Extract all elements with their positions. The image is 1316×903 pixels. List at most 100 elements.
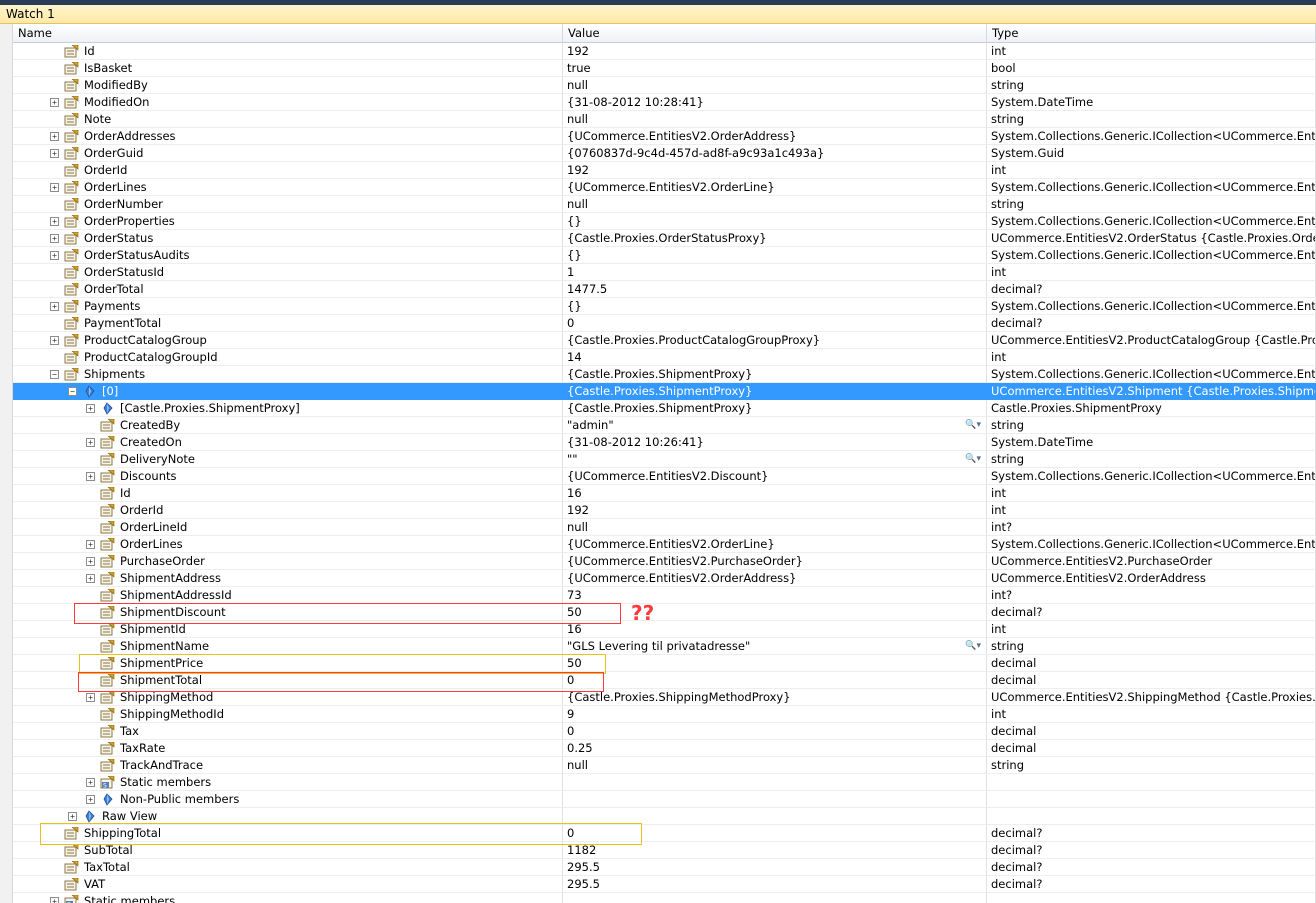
expand-icon[interactable]: +: [86, 404, 95, 413]
expand-icon[interactable]: +: [86, 540, 95, 549]
name-cell[interactable]: − [0]: [13, 383, 563, 400]
value-cell[interactable]: 0: [563, 315, 987, 332]
name-cell[interactable]: OrderTotal: [13, 281, 563, 298]
value-cell[interactable]: "GLS Levering til privatadresse" 🔍▾: [563, 638, 987, 655]
watch-row-shipmentid[interactable]: ShipmentId 16 int: [0, 621, 1316, 638]
watch-row-shipmentdiscount[interactable]: ShipmentDiscount 50 decimal?: [0, 604, 1316, 621]
text-visualizer-icon[interactable]: 🔍▾: [965, 417, 981, 433]
name-cell[interactable]: + Payments: [13, 298, 563, 315]
value-cell[interactable]: 295.5: [563, 876, 987, 893]
watch-row-trackandtrace[interactable]: TrackAndTrace null string: [0, 757, 1316, 774]
column-header-value[interactable]: Value: [563, 24, 987, 42]
watch-row-shippingmethodid[interactable]: ShippingMethodId 9 int: [0, 706, 1316, 723]
expand-icon[interactable]: +: [50, 132, 59, 141]
name-cell[interactable]: ShipmentName: [13, 638, 563, 655]
value-cell[interactable]: 1: [563, 264, 987, 281]
value-cell[interactable]: 73: [563, 587, 987, 604]
name-cell[interactable]: SubTotal: [13, 842, 563, 859]
name-cell[interactable]: + PurchaseOrder: [13, 553, 563, 570]
expand-icon[interactable]: +: [68, 812, 77, 821]
watch-row-id[interactable]: Id 192 int: [0, 43, 1316, 60]
name-cell[interactable]: ShipmentAddressId: [13, 587, 563, 604]
value-cell[interactable]: {UCommerce.EntitiesV2.OrderLine}: [563, 179, 987, 196]
name-cell[interactable]: Id: [13, 485, 563, 502]
watch-row-payments[interactable]: + Payments {} System.Collections.Generic.IC…: [0, 298, 1316, 315]
value-cell[interactable]: {UCommerce.EntitiesV2.OrderAddress}: [563, 128, 987, 145]
value-cell[interactable]: "admin" 🔍▾: [563, 417, 987, 434]
watch-row-orderlines[interactable]: + OrderLines {UCommerce.EntitiesV2.OrderLi…: [0, 536, 1316, 553]
watch-row-orderstatus[interactable]: + OrderStatus {Castle.Proxies.OrderStatusP…: [0, 230, 1316, 247]
watch-row-orderlines[interactable]: + OrderLines {UCommerce.EntitiesV2.OrderLi…: [0, 179, 1316, 196]
value-cell[interactable]: 14: [563, 349, 987, 366]
watch-row-productcataloggroupid[interactable]: ProductCatalogGroupId 14 int: [0, 349, 1316, 366]
value-cell[interactable]: [563, 774, 987, 791]
name-cell[interactable]: ModifiedBy: [13, 77, 563, 94]
watch-row-shipmentprice[interactable]: ShipmentPrice 50 decimal: [0, 655, 1316, 672]
watch-row-orderproperties[interactable]: + OrderProperties {} System.Collections.Gen…: [0, 213, 1316, 230]
expand-icon[interactable]: +: [50, 98, 59, 107]
name-cell[interactable]: Note: [13, 111, 563, 128]
value-cell[interactable]: null: [563, 519, 987, 536]
watch-window-title[interactable]: Watch 1: [0, 5, 1316, 24]
watch-row-shippingtotal[interactable]: ShippingTotal 0 decimal?: [0, 825, 1316, 842]
watch-row-shipments[interactable]: − Shipments {Castle.Proxies.ShipmentProxy}…: [0, 366, 1316, 383]
watch-row-tax[interactable]: Tax 0 decimal: [0, 723, 1316, 740]
value-cell[interactable]: 0: [563, 825, 987, 842]
name-cell[interactable]: TaxTotal: [13, 859, 563, 876]
watch-row-productcataloggroup[interactable]: + ProductCatalogGroup {Castle.Proxies.Prod…: [0, 332, 1316, 349]
watch-row-modifiedon[interactable]: + ModifiedOn {31-08-2012 10:28:41} System.D…: [0, 94, 1316, 111]
name-cell[interactable]: + ShipmentAddress: [13, 570, 563, 587]
expand-icon[interactable]: +: [86, 557, 95, 566]
name-cell[interactable]: ShipmentId: [13, 621, 563, 638]
watch-row-isbasket[interactable]: IsBasket true bool: [0, 60, 1316, 77]
value-cell[interactable]: true: [563, 60, 987, 77]
name-cell[interactable]: CreatedBy: [13, 417, 563, 434]
name-cell[interactable]: + [Castle.Proxies.ShipmentProxy]: [13, 400, 563, 417]
value-cell[interactable]: {Castle.Proxies.ShipmentProxy}: [563, 400, 987, 417]
value-cell[interactable]: {Castle.Proxies.ShipmentProxy}: [563, 383, 987, 400]
name-cell[interactable]: Tax: [13, 723, 563, 740]
watch-row-non-public-members[interactable]: + Non-Public members: [0, 791, 1316, 808]
value-cell[interactable]: {UCommerce.EntitiesV2.OrderAddress}: [563, 570, 987, 587]
watch-row-ordertotal[interactable]: OrderTotal 1477.5 decimal?: [0, 281, 1316, 298]
value-cell[interactable]: {UCommerce.EntitiesV2.OrderLine}: [563, 536, 987, 553]
watch-row-note[interactable]: Note null string: [0, 111, 1316, 128]
name-cell[interactable]: + OrderGuid: [13, 145, 563, 162]
value-cell[interactable]: {}: [563, 213, 987, 230]
watch-row-shipmentaddressid[interactable]: ShipmentAddressId 73 int?: [0, 587, 1316, 604]
value-cell[interactable]: 1477.5: [563, 281, 987, 298]
value-cell[interactable]: {0760837d-9c4d-457d-ad8f-a9c93a1c493a}: [563, 145, 987, 162]
value-cell[interactable]: {Castle.Proxies.ShippingMethodProxy}: [563, 689, 987, 706]
watch-row-orderguid[interactable]: + OrderGuid {0760837d-9c4d-457d-ad8f-a9c93…: [0, 145, 1316, 162]
name-cell[interactable]: + Non-Public members: [13, 791, 563, 808]
expand-icon[interactable]: +: [86, 693, 95, 702]
name-cell[interactable]: ShipmentPrice: [13, 655, 563, 672]
name-cell[interactable]: ProductCatalogGroupId: [13, 349, 563, 366]
name-cell[interactable]: OrderId: [13, 162, 563, 179]
value-cell[interactable]: {Castle.Proxies.OrderStatusProxy}: [563, 230, 987, 247]
watch-row-subtotal[interactable]: SubTotal 1182 decimal?: [0, 842, 1316, 859]
value-cell[interactable]: 1182: [563, 842, 987, 859]
text-visualizer-icon[interactable]: 🔍▾: [965, 638, 981, 654]
name-cell[interactable]: + CreatedOn: [13, 434, 563, 451]
watch-row-paymenttotal[interactable]: PaymentTotal 0 decimal?: [0, 315, 1316, 332]
value-cell[interactable]: null: [563, 196, 987, 213]
value-cell[interactable]: [563, 893, 987, 903]
column-header-type[interactable]: Type: [987, 24, 1316, 42]
value-cell[interactable]: {31-08-2012 10:26:41}: [563, 434, 987, 451]
expand-icon[interactable]: +: [50, 336, 59, 345]
value-cell[interactable]: 192: [563, 43, 987, 60]
watch-row-deliverynote[interactable]: DeliveryNote "" 🔍▾ string: [0, 451, 1316, 468]
name-cell[interactable]: OrderId: [13, 502, 563, 519]
value-cell[interactable]: 0.25: [563, 740, 987, 757]
expand-icon[interactable]: +: [86, 574, 95, 583]
watch-row-discounts[interactable]: + Discounts {UCommerce.EntitiesV2.Discount…: [0, 468, 1316, 485]
watch-row-createdon[interactable]: + CreatedOn {31-08-2012 10:26:41} System.Da…: [0, 434, 1316, 451]
value-cell[interactable]: 0: [563, 672, 987, 689]
watch-row-orderid[interactable]: OrderId 192 int: [0, 502, 1316, 519]
watch-row-orderid[interactable]: OrderId 192 int: [0, 162, 1316, 179]
column-header-name[interactable]: Name: [13, 24, 563, 42]
name-cell[interactable]: + S Static members: [13, 774, 563, 791]
value-cell[interactable]: 9: [563, 706, 987, 723]
value-cell[interactable]: [563, 808, 987, 825]
